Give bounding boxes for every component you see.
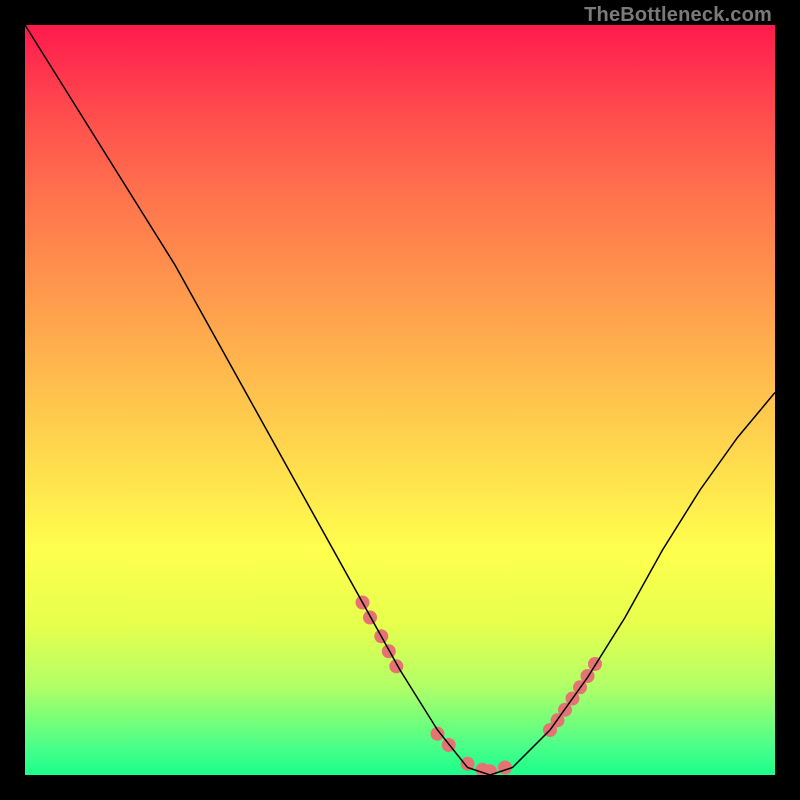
watermark-text: TheBottleneck.com (584, 4, 772, 27)
chart-svg (25, 25, 775, 775)
chart-frame: TheBottleneck.com (0, 0, 800, 800)
highlight-dots (356, 596, 603, 776)
highlight-dot (581, 669, 595, 683)
chart-plot-area (25, 25, 775, 775)
highlight-dot (588, 657, 602, 671)
